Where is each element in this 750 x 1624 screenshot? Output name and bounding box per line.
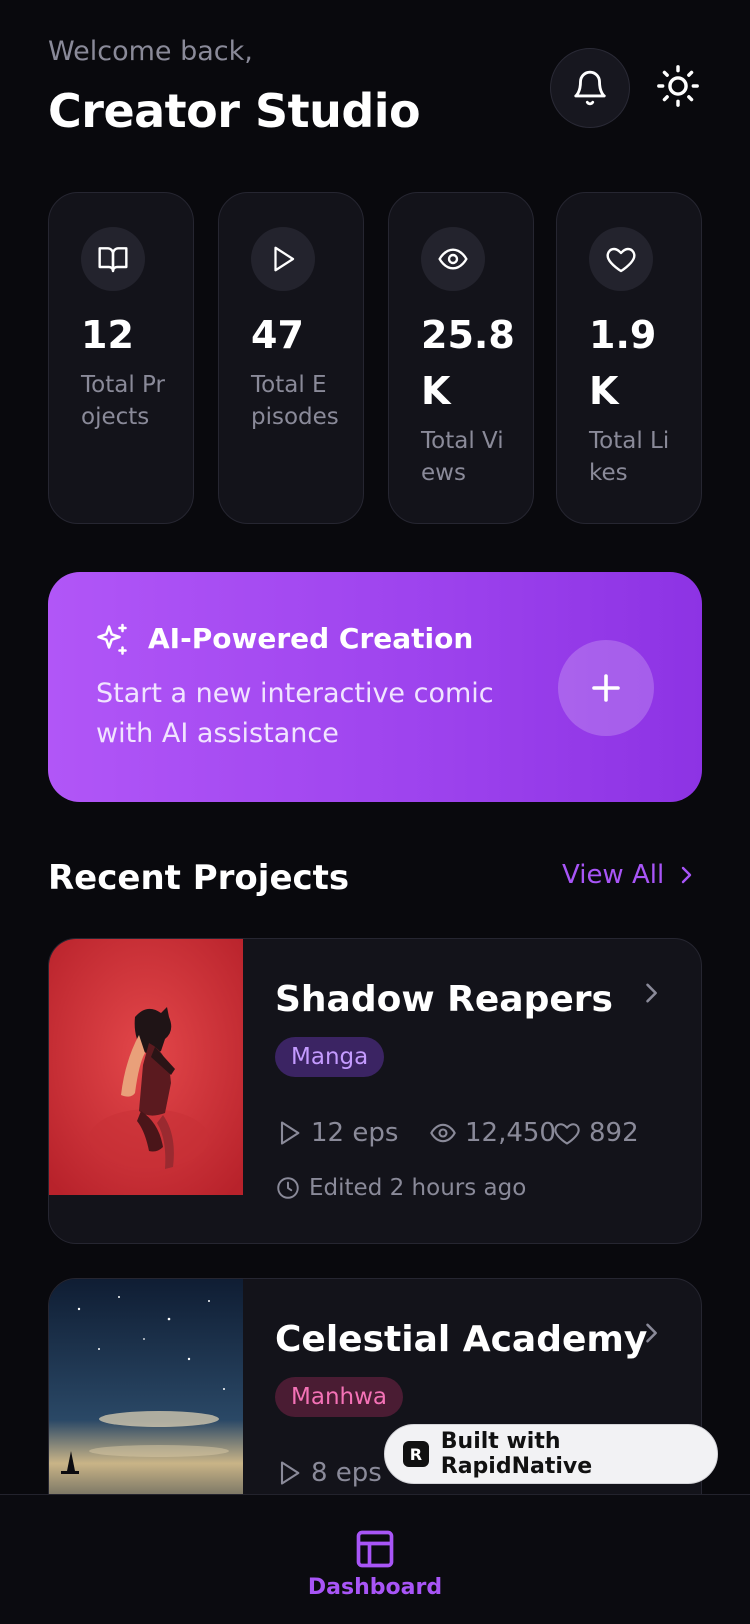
bell-icon [574, 70, 606, 106]
ai-creation-card[interactable]: AI-Powered Creation Start a new interact… [48, 572, 702, 802]
screen: Welcome back, Creator Studio 12 Total Pr… [0, 0, 750, 1624]
project-title: Celestial Academy [275, 1319, 648, 1360]
built-with-label: Built with RapidNative [440, 1429, 593, 1479]
stat-card-projects[interactable]: 12 Total Projects [48, 192, 194, 524]
stat-value: 47 [251, 313, 304, 357]
stat-value: 25.8K [421, 313, 515, 413]
tab-dashboard-label: Dashboard [307, 1575, 443, 1600]
genre-badge: Manhwa [275, 1377, 403, 1417]
plus-icon [592, 674, 620, 702]
edited-meta: Edited 2 hours ago [275, 1175, 526, 1201]
tab-dashboard[interactable]: Dashboard [300, 1527, 450, 1607]
chevron-right-icon[interactable] [637, 1319, 665, 1347]
likes-meta: 892 [553, 1115, 639, 1151]
layout-dashboard-icon [356, 1530, 394, 1568]
built-with-badge[interactable]: R Built with RapidNative [384, 1424, 718, 1484]
view-all-label: View All [562, 860, 665, 890]
notifications-button[interactable] [550, 48, 630, 128]
stat-value: 1.9K [589, 313, 657, 413]
welcome-text: Welcome back, [48, 36, 253, 67]
episodes-count: 8 eps [311, 1458, 382, 1488]
genre-badge: Manga [275, 1037, 385, 1077]
project-title: Shadow Reapers [275, 979, 613, 1020]
heart-icon [589, 227, 653, 291]
play-icon [280, 1461, 300, 1485]
project-card[interactable]: Shadow Reapers Manga 12 eps 12,450 892 E… [48, 938, 702, 1244]
episodes-meta: 8 eps [275, 1455, 382, 1491]
clock-icon [277, 1177, 299, 1199]
stat-label: Total Views [421, 428, 504, 486]
eye-icon [430, 1123, 456, 1143]
episodes-meta: 12 eps [275, 1115, 398, 1151]
chevron-right-icon [682, 866, 692, 884]
stat-card-episodes[interactable]: 47 Total Episodes [218, 192, 364, 524]
book-open-icon [81, 227, 145, 291]
stat-card-likes[interactable]: 1.9K Total Likes [556, 192, 702, 524]
stat-label: Total Episodes [251, 372, 339, 430]
chevron-right-icon[interactable] [637, 979, 665, 1007]
page-title: Creator Studio [48, 84, 421, 138]
play-icon [280, 1121, 300, 1145]
sun-icon [657, 65, 699, 107]
views-count: 12,450 [465, 1118, 556, 1148]
views-meta: 12,450 [429, 1115, 556, 1151]
ai-card-description: Start a new interactive comic with AI as… [96, 678, 494, 749]
stat-label: Total Projects [81, 372, 165, 430]
stat-value: 12 [81, 313, 134, 357]
stat-label: Total Likes [589, 428, 670, 486]
likes-count: 892 [589, 1118, 639, 1148]
theme-toggle-button[interactable] [652, 60, 704, 112]
section-title: Recent Projects [48, 858, 350, 898]
heart-icon [554, 1123, 580, 1145]
bottom-navigation: Dashboard [0, 1494, 750, 1624]
edited-text: Edited 2 hours ago [309, 1175, 527, 1201]
episodes-count: 12 eps [311, 1118, 399, 1148]
stat-card-views[interactable]: 25.8K Total Views [388, 192, 534, 524]
create-project-button[interactable] [558, 640, 654, 736]
view-all-link[interactable]: View All [562, 860, 698, 890]
sparkles-icon [97, 623, 127, 655]
project-thumbnail [49, 939, 243, 1195]
eye-icon [421, 227, 485, 291]
rapidnative-logo-icon: R [403, 1441, 429, 1467]
play-icon [251, 227, 315, 291]
ai-card-title: AI-Powered Creation [148, 622, 474, 655]
